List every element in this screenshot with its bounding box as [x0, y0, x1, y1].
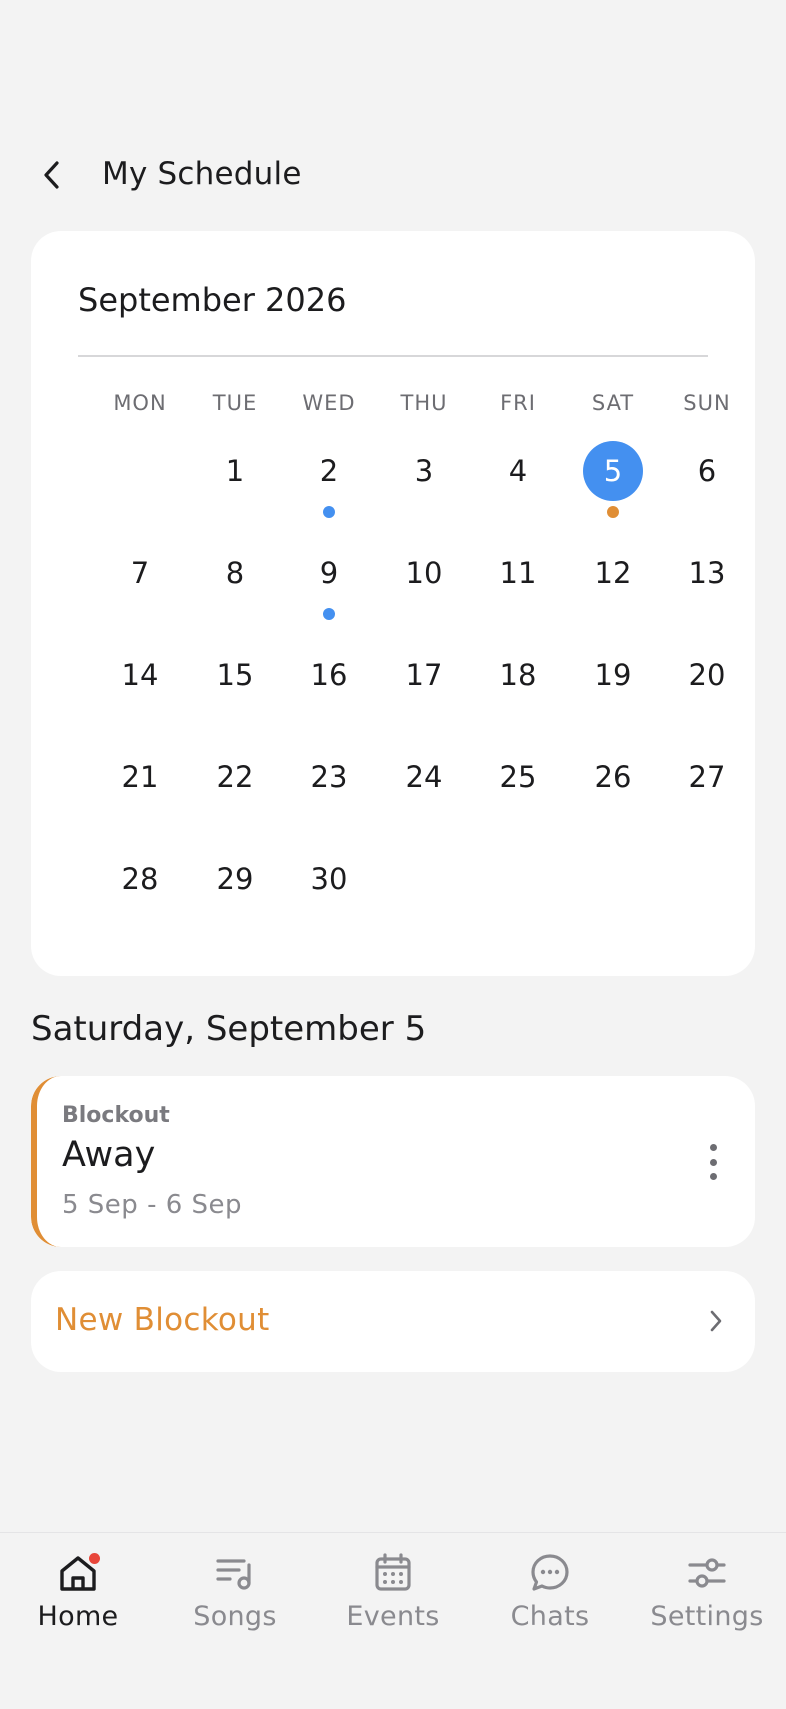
nav-item-events[interactable]: Events	[318, 1551, 468, 1651]
nav-label: Settings	[650, 1601, 764, 1632]
nav-label: Home	[37, 1601, 119, 1632]
calendar-day-11[interactable]: 11	[488, 543, 548, 603]
chat-icon	[528, 1551, 572, 1595]
nav-item-settings[interactable]: Settings	[632, 1551, 782, 1651]
notification-badge	[89, 1553, 100, 1564]
calendar-day-15[interactable]: 15	[205, 645, 265, 705]
calendar-icon	[371, 1551, 415, 1595]
event-card[interactable]: Blockout Away 5 Sep - 6 Sep	[31, 1076, 755, 1247]
chevron-left-icon	[44, 161, 59, 189]
calendar-day-20[interactable]: 20	[677, 645, 737, 705]
calendar-day-18[interactable]: 18	[488, 645, 548, 705]
calendar-day-1[interactable]: 1	[205, 441, 265, 501]
back-button[interactable]	[32, 155, 72, 195]
calendar-day-5[interactable]: 5	[583, 441, 643, 501]
calendar-day-14[interactable]: 14	[110, 645, 170, 705]
event-title: Away	[62, 1135, 156, 1175]
calendar-day-21[interactable]: 21	[110, 747, 170, 807]
nav-item-songs[interactable]: Songs	[160, 1551, 310, 1651]
event-type-label: Blockout	[62, 1103, 170, 1128]
schedule-screen: My Schedule September 2026 MON TUE WED THU F…	[0, 0, 786, 1709]
calendar-day-30[interactable]: 30	[299, 849, 359, 909]
event-marker-dot	[323, 506, 335, 518]
new-blockout-button[interactable]: New Blockout	[31, 1271, 755, 1372]
header: My Schedule	[0, 142, 786, 208]
nav-label: Events	[346, 1601, 440, 1632]
bottom-navigation: Home Songs Events Chats Settings	[0, 1532, 786, 1709]
home-icon	[56, 1551, 100, 1595]
more-vertical-icon	[709, 1144, 717, 1151]
settings-icon	[685, 1551, 729, 1595]
calendar-day-7[interactable]: 7	[110, 543, 170, 603]
new-blockout-label: New Blockout	[55, 1302, 270, 1338]
calendar-day-6[interactable]: 6	[677, 441, 737, 501]
page-title: My Schedule	[102, 156, 302, 192]
calendar-day-19[interactable]: 19	[583, 645, 643, 705]
event-marker-dot	[323, 608, 335, 620]
calendar-day-4[interactable]: 4	[488, 441, 548, 501]
event-marker-dot	[607, 506, 619, 518]
calendar-day-8[interactable]: 8	[205, 543, 265, 603]
calendar-day-28[interactable]: 28	[110, 849, 170, 909]
calendar-day-26[interactable]: 26	[583, 747, 643, 807]
calendar-day-25[interactable]: 25	[488, 747, 548, 807]
selected-date-heading: Saturday, September 5	[31, 1009, 427, 1049]
calendar-day-10[interactable]: 10	[394, 543, 454, 603]
calendar-day-12[interactable]: 12	[583, 543, 643, 603]
calendar-day-13[interactable]: 13	[677, 543, 737, 603]
chevron-right-icon	[710, 1310, 722, 1332]
calendar-day-27[interactable]: 27	[677, 747, 737, 807]
nav-item-home[interactable]: Home	[3, 1551, 153, 1651]
nav-label: Chats	[510, 1601, 590, 1632]
event-date-range: 5 Sep - 6 Sep	[62, 1190, 243, 1220]
calendar-day-22[interactable]: 22	[205, 747, 265, 807]
calendar-day-23[interactable]: 23	[299, 747, 359, 807]
calendar-day-3[interactable]: 3	[394, 441, 454, 501]
more-options-button[interactable]	[701, 1144, 725, 1180]
songs-icon	[213, 1551, 257, 1595]
nav-item-chats[interactable]: Chats	[475, 1551, 625, 1651]
calendar-day-2[interactable]: 2	[299, 441, 359, 501]
nav-label: Songs	[193, 1601, 277, 1632]
calendar-day-16[interactable]: 16	[299, 645, 359, 705]
calendar-day-24[interactable]: 24	[394, 747, 454, 807]
calendar-card: September 2026 MON TUE WED THU FRI SAT SUN 123…	[31, 231, 755, 976]
calendar-day-17[interactable]: 17	[394, 645, 454, 705]
calendar-day-9[interactable]: 9	[299, 543, 359, 603]
calendar-grid: 1 2 3 4 5 6 7 8 9 10 11 12 13 14 15 16 17 18 19 20 21 22 23 24 2…	[31, 231, 755, 976]
calendar-day-29[interactable]: 29	[205, 849, 265, 909]
